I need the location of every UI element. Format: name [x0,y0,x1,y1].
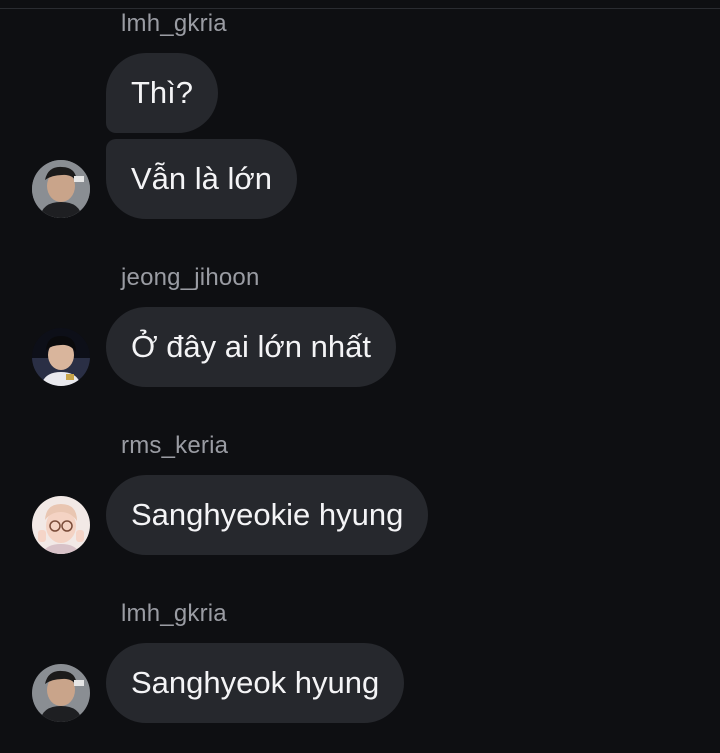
message-bubble[interactable]: Thì? [106,53,219,133]
profile-photo-icon [32,328,90,386]
sender-username[interactable]: rms_keria [121,432,228,460]
message-bubble[interactable]: Sanghyeokie hyung [106,475,429,555]
sender-avatar[interactable] [32,496,90,554]
sender-avatar[interactable] [32,328,90,386]
sender-avatar[interactable] [32,664,90,722]
message-bubble[interactable]: Vẫn là lớn [106,139,297,219]
sender-username[interactable]: jeong_jihoon [121,264,260,292]
sender-username[interactable]: lmh_gkria [121,600,227,628]
profile-photo-icon [32,664,90,722]
message-bubble[interactable]: Sanghyeok hyung [106,643,405,723]
top-divider [0,8,720,9]
sender-username[interactable]: lmh_gkria [121,10,227,38]
message-bubble[interactable]: Ở đây ai lớn nhất [106,307,396,387]
profile-photo-icon [32,496,90,554]
sender-avatar[interactable] [32,160,90,218]
profile-photo-icon [32,160,90,218]
